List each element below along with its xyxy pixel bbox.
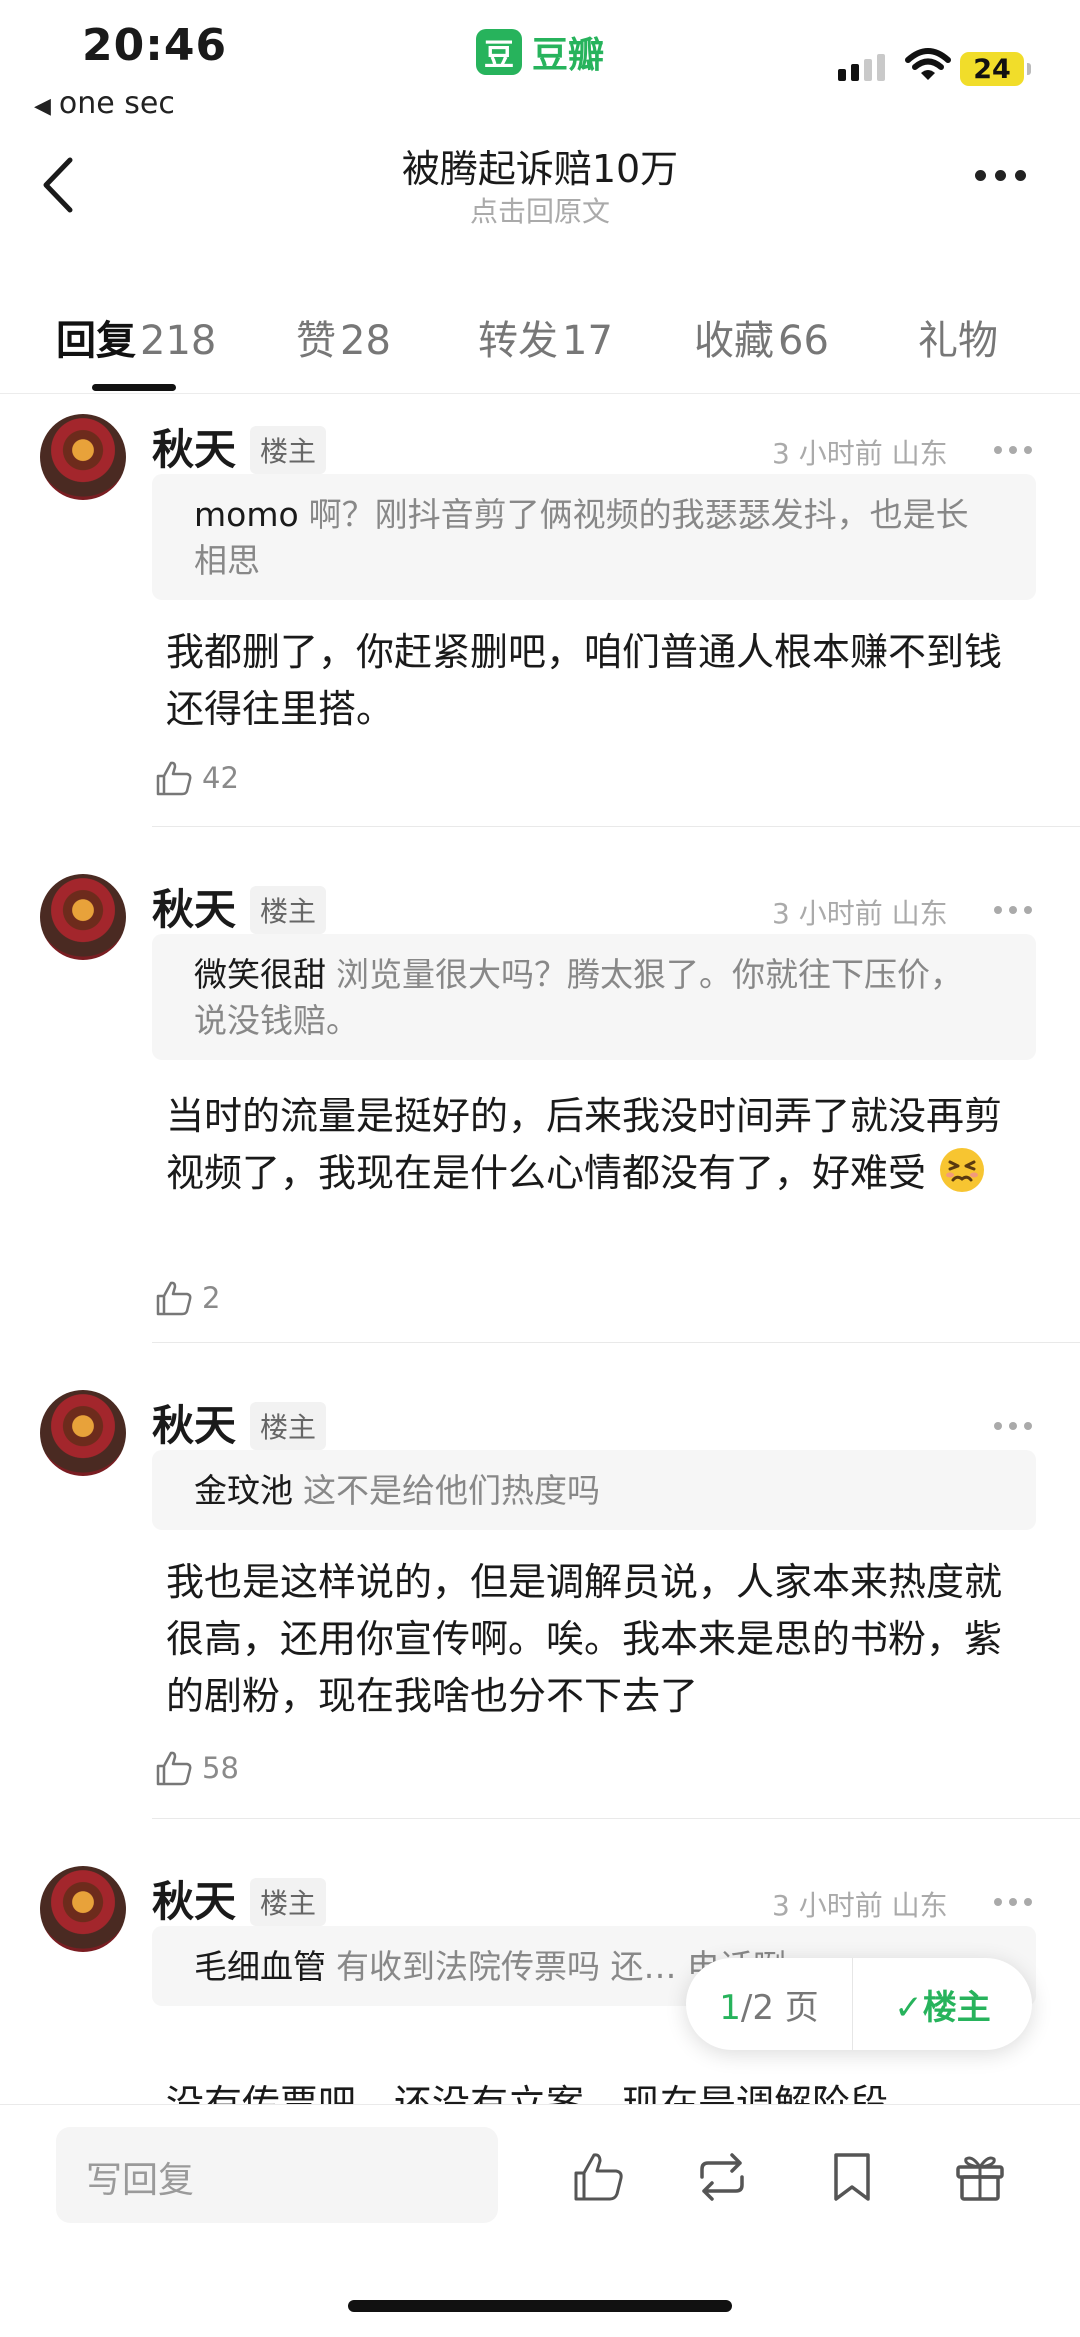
page-navigator: 1/2 页 ✓楼主 (686, 1958, 1032, 2050)
douban-logo-icon: 豆 (476, 29, 522, 75)
tab-reshares[interactable]: 转发 17 (478, 308, 613, 366)
comment-meta: 3 小时前 山东 (772, 1889, 948, 1922)
checkmark-icon: ✓ (894, 1987, 923, 2028)
tab-likes[interactable]: 赞 28 (296, 308, 391, 366)
total-pages: /2 页 (740, 1987, 819, 2028)
avatar[interactable] (40, 1866, 126, 1952)
more-options-icon[interactable] (975, 170, 1026, 181)
quoted-comment[interactable]: 金玟池 这不是给他们热度吗 (152, 1450, 1036, 1530)
reply-text: 当时的流量是挺好的，后来我没时间弄了就没再剪视频了，我现在是什么心情都没有了，好… (166, 1094, 1003, 1195)
op-only-toggle[interactable]: ✓楼主 (853, 1980, 1032, 2029)
gift-icon[interactable] (952, 2149, 1008, 2205)
tab-bar: 回复 218 赞 28 转发 17 收藏 66 礼物 (0, 298, 1080, 394)
avatar[interactable] (40, 1390, 126, 1476)
page-title: 被腾起诉赔10万 (401, 147, 679, 191)
author-name[interactable]: 秋天 (152, 1392, 236, 1453)
thumbs-up-icon (156, 761, 192, 796)
avatar[interactable] (40, 414, 126, 500)
quoted-text: 啊？刚抖音剪了俩视频的我瑟瑟发抖，也是长相思 (194, 495, 969, 580)
tab-collections[interactable]: 收藏 66 (694, 308, 829, 366)
quoted-text: 这不是给他们热度吗 (303, 1471, 600, 1510)
comment-item: 秋天 楼主 金玟池 这不是给他们热度吗 我也是这样说的，但是调解员说，人家本来热度… (0, 1372, 1080, 1820)
comment-meta: 3 小时前 山东 (772, 437, 948, 470)
quoted-comment[interactable]: momo 啊？刚抖音剪了俩视频的我瑟瑟发抖，也是长相思 (152, 474, 1036, 600)
like-button[interactable]: 58 (154, 1748, 239, 1788)
divider (152, 1818, 1080, 1819)
like-button[interactable]: 42 (154, 758, 239, 798)
thumbs-up-icon (156, 1751, 192, 1786)
quoted-author: 金玟池 (194, 1471, 293, 1510)
reply-container: 当时的流量是挺好的，后来我没时间弄了就没再剪视频了，我现在是什么心情都没有了，好… (166, 1088, 1026, 1202)
back-app-label: one sec (58, 86, 175, 121)
comment-meta: 3 小时前 山东 (772, 897, 948, 930)
app-badge: 豆 豆瓣 (476, 26, 604, 78)
quoted-author: 微笑很甜 (194, 955, 326, 994)
comment-more-icon[interactable] (994, 1898, 1032, 1906)
op-badge: 楼主 (250, 886, 327, 934)
divider (152, 826, 1080, 827)
quoted-comment[interactable]: 微笑很甜 浏览量很大吗？腾太狠了。你就往下压价，说没钱赔。 (152, 934, 1036, 1060)
like-icon[interactable] (570, 2149, 626, 2205)
reply-input[interactable]: 写回复 (56, 2127, 498, 2223)
op-only-label: 楼主 (922, 1987, 991, 2028)
avatar[interactable] (40, 874, 126, 960)
tab-gifts[interactable]: 礼物 (918, 308, 998, 366)
quoted-author: momo (194, 495, 299, 534)
like-count: 2 (202, 1281, 221, 1315)
status-time: 20:46 (82, 20, 228, 71)
reply-text: 我也是这样说的，但是调解员说，人家本来热度就很高，还用你宣传啊。唉。我本来是思的… (166, 1560, 1003, 1718)
op-badge: 楼主 (250, 1878, 327, 1926)
comment-more-icon[interactable] (994, 446, 1032, 454)
bookmark-icon[interactable] (824, 2149, 880, 2205)
back-triangle-icon: ◀ (34, 94, 51, 119)
reply-text: 我都删了，你赶紧删吧，咱们普通人根本赚不到钱还得往里搭。 (166, 630, 1003, 731)
reshare-icon[interactable] (694, 2149, 750, 2205)
tab-replies[interactable]: 回复 218 (56, 308, 216, 366)
persevering-face-emoji-icon (940, 1148, 985, 1192)
op-badge: 楼主 (250, 426, 327, 474)
wifi-icon (905, 48, 951, 80)
author-name[interactable]: 秋天 (152, 1868, 236, 1929)
divider (152, 1342, 1080, 1343)
comment-more-icon[interactable] (994, 906, 1032, 914)
thumbs-up-icon (156, 1281, 192, 1316)
op-badge: 楼主 (250, 1402, 327, 1450)
like-count: 58 (202, 1751, 239, 1785)
comment-item: 秋天 楼主 3 小时前 山东 微笑很甜 浏览量很大吗？腾太狠了。你就往下压价，说没… (0, 856, 1080, 1344)
author-name[interactable]: 秋天 (152, 416, 236, 477)
page-indicator[interactable]: 1/2 页 (686, 1980, 852, 2029)
comment-more-icon[interactable] (994, 1422, 1032, 1430)
like-button[interactable]: 2 (154, 1278, 220, 1318)
current-page: 1 (719, 1987, 741, 2028)
status-bar: 20:46 ◀ one sec 豆 豆瓣 24 (0, 0, 1080, 130)
battery-indicator: 24 (960, 52, 1031, 86)
home-indicator (348, 2300, 732, 2312)
reply-text: 没有传票吧，还没有立案，现在是调解阶段 (166, 2082, 889, 2104)
back-to-app-link[interactable]: ◀ one sec (34, 86, 175, 121)
app-name: 豆瓣 (532, 35, 605, 76)
cellular-signal-icon (838, 54, 885, 81)
like-count: 42 (202, 761, 239, 795)
back-to-original-link[interactable]: 点击回原文 (0, 190, 1080, 230)
quoted-author: 毛细血管 (194, 1947, 326, 1986)
active-tab-indicator (92, 384, 176, 391)
comment-item: 秋天 楼主 3 小时前 山东 momo 啊？刚抖音剪了俩视频的我瑟瑟发抖，也是长相… (0, 396, 1080, 828)
author-name[interactable]: 秋天 (152, 876, 236, 937)
